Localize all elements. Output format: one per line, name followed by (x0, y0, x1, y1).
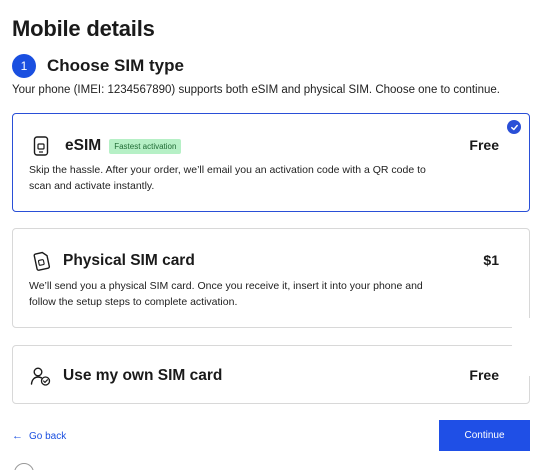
option-physical-sim[interactable]: Physical SIM card $1 We’ll send you a ph… (12, 228, 530, 328)
user-check-icon (29, 364, 53, 388)
option-own-sim-price: Free (469, 367, 499, 383)
intro-text: Your phone (IMEI: 1234567890) supports b… (12, 84, 500, 96)
option-physical-sim-name: Physical SIM card (63, 252, 195, 269)
selected-check-icon (507, 120, 521, 134)
page-title: Mobile details (12, 16, 155, 41)
step-header: 1 Choose SIM type (12, 54, 184, 78)
step-number: 1 (12, 54, 36, 78)
sim-card-icon (29, 249, 53, 273)
option-physical-sim-price: $1 (483, 252, 499, 268)
option-own-sim[interactable]: Use my own SIM card Free (12, 345, 530, 404)
phone-icon (29, 134, 53, 158)
circle-icon (14, 463, 34, 470)
fastest-activation-badge: Fastest activation (109, 138, 182, 154)
edge-mask (512, 318, 546, 376)
continue-button[interactable]: Continue (439, 420, 530, 451)
step-title: Choose SIM type (47, 56, 184, 75)
go-back-label: Go back (29, 430, 67, 442)
option-esim-price: Free (469, 137, 499, 153)
option-esim[interactable]: eSIM Fastest activation Free Skip the ha… (12, 113, 530, 212)
arrow-left-icon: ← (12, 430, 23, 442)
option-own-sim-name: Use my own SIM card (63, 367, 223, 384)
go-back-link[interactable]: ← Go back (12, 430, 66, 442)
option-physical-sim-description: We’ll send you a physical SIM card. Once… (29, 280, 423, 308)
option-physical-sim-header: Physical SIM card (29, 249, 195, 273)
option-esim-description: Skip the hassle. After your order, we’ll… (29, 164, 426, 192)
option-esim-name: eSIM (65, 137, 102, 154)
option-own-sim-header: Use my own SIM card (29, 364, 222, 388)
option-esim-header: eSIM Fastest activation (29, 134, 182, 158)
